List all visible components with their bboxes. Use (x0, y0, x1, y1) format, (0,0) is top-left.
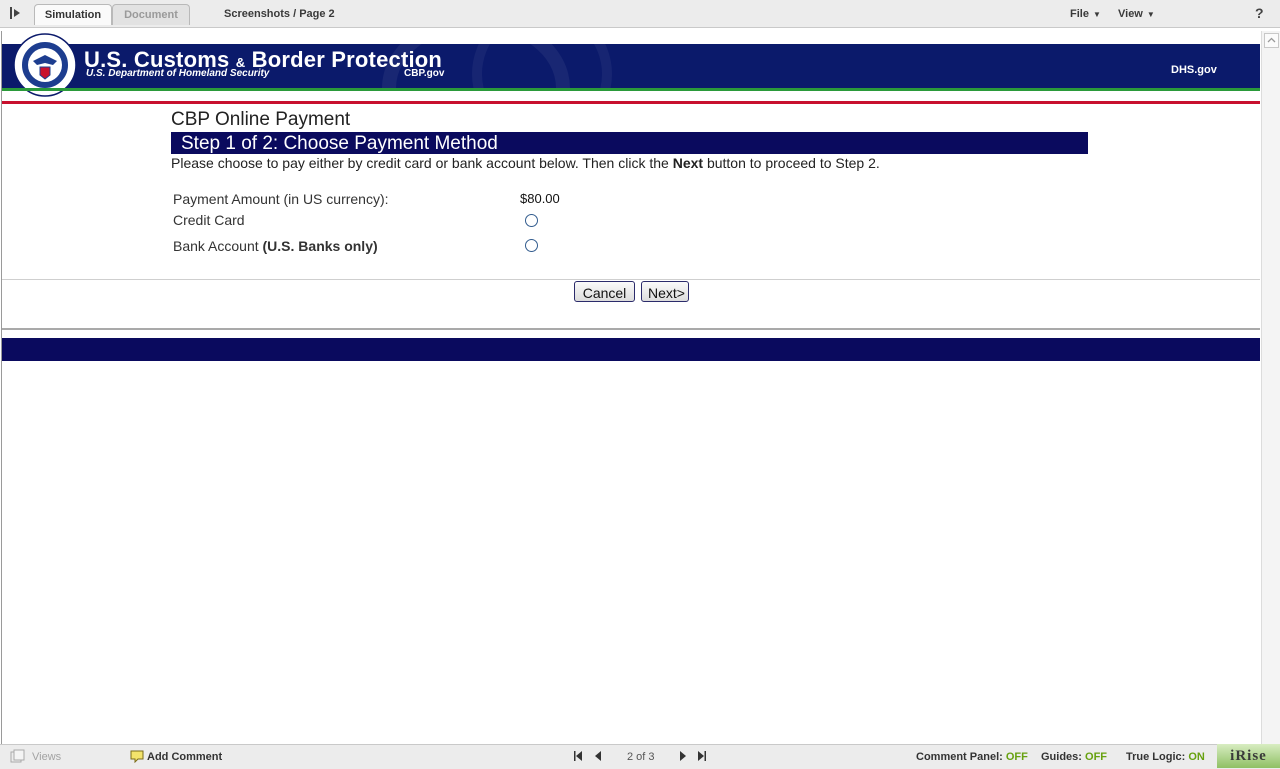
previous-page-icon[interactable] (593, 750, 603, 762)
comment-panel-value: OFF (1005, 751, 1028, 763)
guides-toggle[interactable]: Guides: OFF (1041, 751, 1107, 763)
cbp-gov-label: CBP.gov (404, 68, 445, 79)
page-footer-bar (2, 338, 1260, 361)
cancel-button[interactable]: Cancel (574, 281, 635, 302)
status-bar: Views Add Comment 2 of 3 Comment Panel: … (0, 744, 1280, 769)
scroll-up-button[interactable] (1264, 33, 1279, 48)
guides-label: Guides: (1041, 751, 1082, 763)
credit-card-label: Credit Card (173, 212, 245, 228)
instructions-text: Please choose to pay either by credit ca… (171, 155, 880, 171)
instructions-next-emphasis: Next (672, 155, 704, 171)
step-header: Step 1 of 2: Choose Payment Method (171, 132, 1088, 154)
payment-amount-label: Payment Amount (in US currency): (173, 191, 389, 207)
banner-subtitle: U.S. Department of Homeland Security (86, 68, 270, 79)
irise-logo: iRise (1217, 744, 1280, 768)
banner-red-stripe (2, 101, 1260, 104)
help-icon[interactable]: ? (1255, 5, 1264, 21)
last-page-icon[interactable] (697, 750, 707, 762)
page-title: CBP Online Payment (171, 109, 351, 130)
banner-green-stripe (2, 88, 1260, 91)
bank-account-radio[interactable] (525, 239, 538, 252)
page-indicator: 2 of 3 (627, 751, 655, 763)
view-menu-label: View (1118, 8, 1143, 20)
instructions-pre: Please choose to pay either by credit ca… (171, 155, 673, 171)
bank-account-label-text: Bank Account (173, 238, 263, 254)
first-page-icon[interactable] (573, 750, 583, 762)
next-page-icon[interactable] (678, 750, 688, 762)
breadcrumb: Screenshots / Page 2 (224, 8, 335, 20)
true-logic-value: ON (1188, 751, 1205, 763)
comment-panel-toggle[interactable]: Comment Panel: OFF (916, 751, 1028, 763)
chevron-up-icon (1267, 37, 1276, 43)
divider (2, 328, 1260, 330)
file-menu[interactable]: File ▼ (1070, 8, 1101, 20)
view-menu[interactable]: View ▼ (1118, 8, 1155, 20)
true-logic-label: True Logic: (1126, 751, 1186, 763)
payment-amount-value: $80.00 (520, 191, 560, 206)
chevron-down-icon: ▼ (1146, 10, 1155, 19)
tab-simulation[interactable]: Simulation (34, 4, 112, 25)
tab-document[interactable]: Document (112, 4, 190, 25)
divider (2, 279, 1260, 280)
views-label[interactable]: Views (32, 751, 61, 763)
dhs-gov-link[interactable]: DHS.gov (1171, 64, 1217, 76)
banner-decoration (472, 44, 612, 88)
app-toolbar: Simulation Document Screenshots / Page 2… (0, 0, 1280, 28)
file-menu-label: File (1070, 8, 1089, 20)
views-icon[interactable] (10, 749, 26, 765)
comment-panel-label: Comment Panel: (916, 751, 1003, 763)
step-title: Step 1 of 2: Choose Payment Method (181, 133, 498, 154)
collapse-panel-icon[interactable] (9, 6, 21, 20)
bank-account-note: (U.S. Banks only) (262, 238, 378, 254)
guides-value: OFF (1085, 751, 1108, 763)
add-comment-button[interactable]: Add Comment (147, 751, 222, 763)
instructions-post: button to proceed to Step 2. (703, 155, 880, 171)
comment-note-icon[interactable] (130, 750, 144, 763)
true-logic-toggle[interactable]: True Logic: ON (1126, 751, 1205, 763)
bank-account-label: Bank Account (U.S. Banks only) (173, 238, 378, 254)
chevron-down-icon: ▼ (1092, 10, 1101, 19)
next-button[interactable]: Next> (641, 281, 689, 302)
credit-card-radio[interactable] (525, 214, 538, 227)
vertical-scrollbar[interactable] (1261, 31, 1280, 744)
